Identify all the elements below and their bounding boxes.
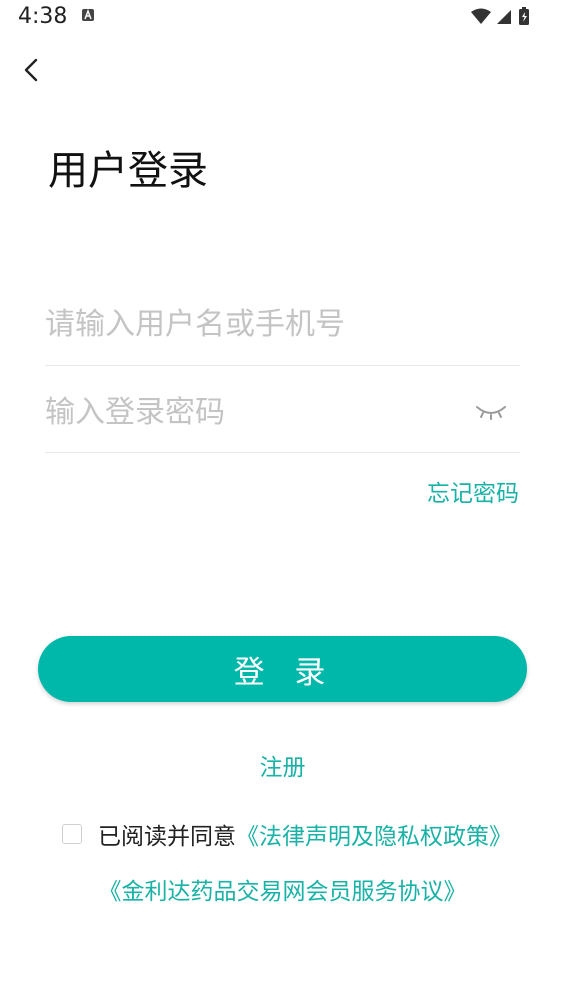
privacy-policy-link[interactable]: 《法律声明及隐私权政策》	[236, 817, 512, 851]
service-agreement-row: 《金利达药品交易网会员服务协议》	[0, 872, 565, 906]
chevron-left-icon	[24, 58, 38, 82]
status-time: 4:38	[18, 4, 68, 29]
username-field-container	[45, 284, 520, 366]
system-icons	[469, 6, 549, 26]
accessibility-notification-icon	[82, 9, 94, 21]
forgot-password-link[interactable]: 忘记密码	[427, 474, 519, 508]
toggle-password-visibility[interactable]	[474, 402, 508, 422]
username-input[interactable]	[45, 284, 465, 364]
signal-icon	[497, 10, 511, 24]
agreement-row: 已阅读并同意 《法律声明及隐私权政策》	[62, 818, 512, 850]
service-agreement-link[interactable]: 《金利达药品交易网会员服务协议》	[99, 879, 467, 905]
battery-charging-icon	[519, 7, 529, 25]
password-input[interactable]	[45, 372, 465, 452]
agreement-checkbox[interactable]	[62, 824, 82, 844]
agreement-prefix: 已阅读并同意	[98, 824, 236, 850]
password-field-container	[45, 372, 520, 453]
login-button[interactable]: 登 录	[38, 636, 527, 702]
page-title: 用户登录	[48, 148, 208, 194]
back-button[interactable]	[14, 54, 50, 86]
eye-closed-icon	[476, 406, 506, 420]
wifi-icon	[471, 8, 491, 24]
register-link[interactable]: 注册	[0, 748, 565, 782]
status-bar: 4:38	[0, 0, 565, 34]
register-label[interactable]: 注册	[260, 755, 306, 781]
